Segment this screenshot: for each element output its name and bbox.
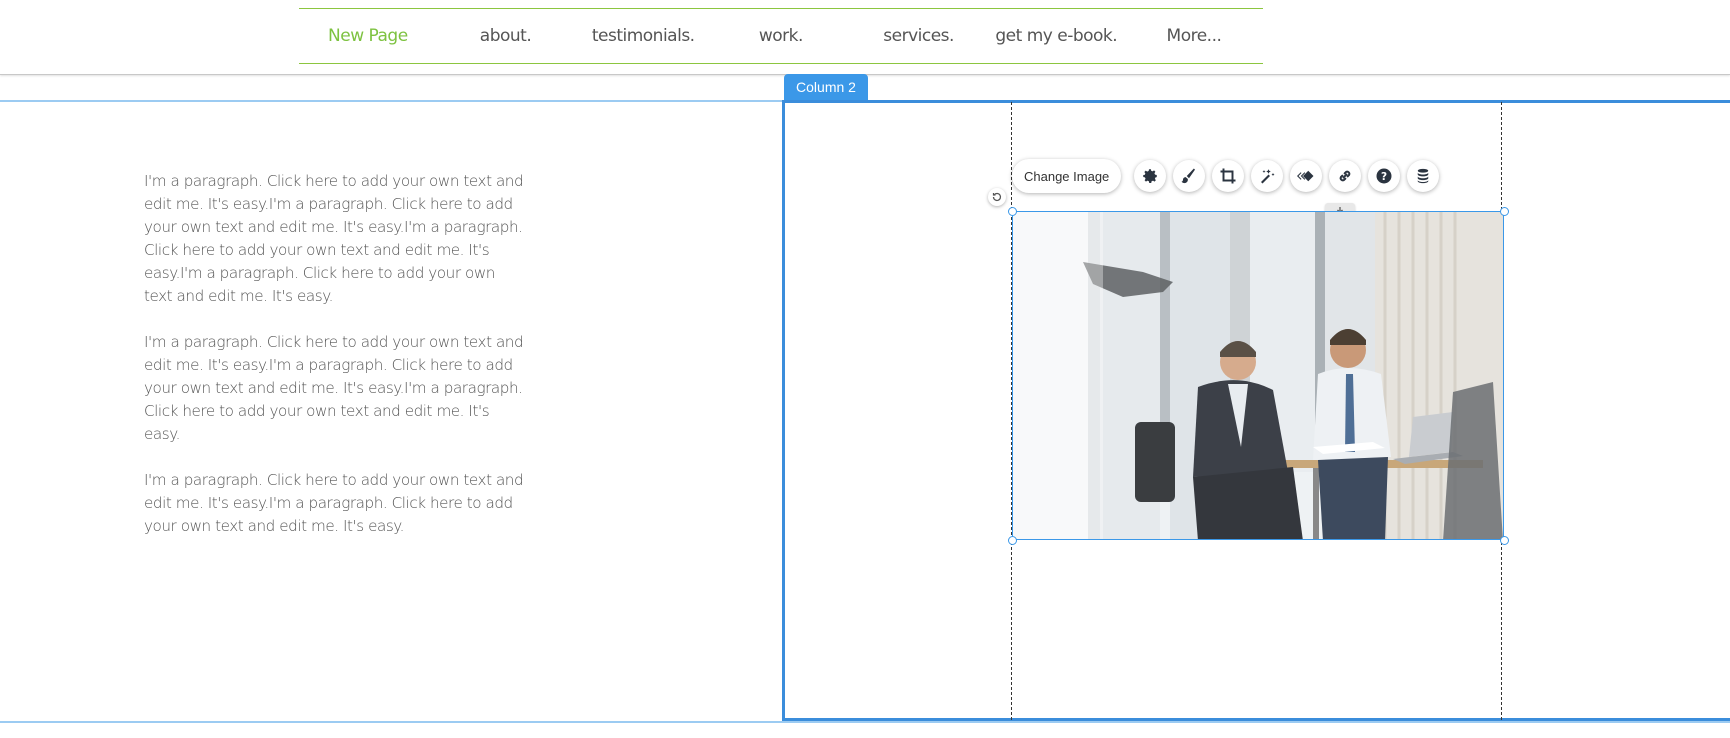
animation-icon [1297,170,1314,182]
paragraph-1[interactable]: I'm a paragraph. Click here to add your … [144,170,524,308]
data-icon [1418,168,1429,184]
crop-icon [1220,168,1236,184]
help-button[interactable]: ? [1368,160,1401,192]
resize-handle-bottom-right[interactable] [1500,536,1509,545]
design-button[interactable] [1173,160,1206,192]
resize-handle-top-left[interactable] [1008,207,1017,216]
crop-button[interactable] [1212,160,1245,192]
paragraph-text-block[interactable]: I'm a paragraph. Click here to add your … [144,170,524,561]
rotate-handle[interactable] [988,188,1006,206]
resize-handle-top-right[interactable] [1500,207,1509,216]
help-icon: ? [1376,168,1392,184]
nav-item-about[interactable]: about. [437,26,575,46]
nav-item-more[interactable]: More... [1125,26,1263,46]
site-header: New Page about. testimonials. work. serv… [0,0,1730,75]
column-2-tag[interactable]: Column 2 [784,74,868,100]
main-nav: New Page about. testimonials. work. serv… [299,8,1263,64]
link-icon [1339,170,1351,182]
nav-item-testimonials[interactable]: testimonials. [574,26,712,46]
office-meeting-photo [1013,212,1503,539]
paragraph-2[interactable]: I'm a paragraph. Click here to add your … [144,331,524,446]
link-button[interactable] [1329,160,1362,192]
settings-icon [1143,169,1158,183]
animation-button[interactable] [1290,160,1323,192]
strip-bottom-border [0,721,1730,723]
design-brush-icon [1181,168,1196,184]
nav-item-new-page[interactable]: New Page [299,26,437,46]
magic-wand-icon [1261,169,1275,184]
image-toolbar: Change Image ? [1012,158,1440,194]
nav-item-ebook[interactable]: get my e-book. [987,26,1125,46]
nav-item-work[interactable]: work. [712,26,850,46]
paragraph-3[interactable]: I'm a paragraph. Click here to add your … [144,469,524,538]
rotate-icon [992,192,1002,202]
connect-data-button[interactable] [1407,160,1440,192]
resize-handle-bottom-left[interactable] [1008,536,1017,545]
svg-text:?: ? [1381,171,1387,183]
settings-button[interactable] [1134,160,1167,192]
change-image-button[interactable]: Change Image [1012,159,1122,193]
selected-image[interactable] [1012,211,1504,540]
enhance-button[interactable] [1251,160,1284,192]
nav-item-services[interactable]: services. [850,26,988,46]
